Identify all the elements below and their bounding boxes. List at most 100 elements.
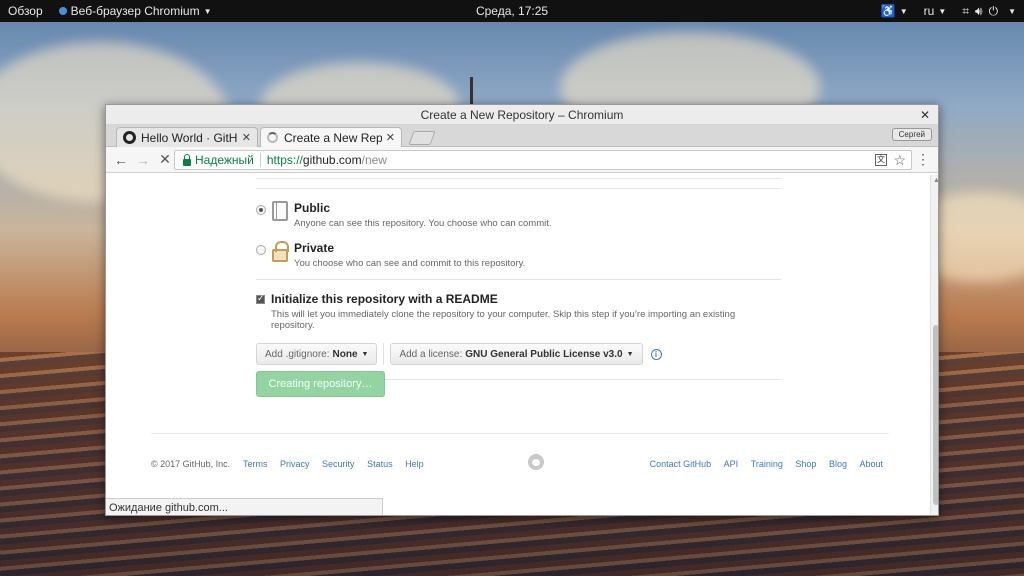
chevron-down-icon: ▼: [1008, 6, 1016, 16]
status-bubble: Ожидание github.com...: [106, 498, 383, 515]
lock-icon: [183, 153, 191, 166]
public-title: Public: [294, 201, 331, 215]
tab-close-icon[interactable]: ✕: [242, 131, 251, 144]
private-lock-icon: [272, 241, 289, 262]
repo-options-row: Add .gitignore: None ▼ Add a license: GN…: [256, 343, 781, 365]
readme-description: This will let you immediately clone the …: [271, 309, 736, 331]
footer-link-api[interactable]: API: [724, 459, 739, 469]
divider: [256, 279, 781, 280]
clock-button[interactable]: Среда, 17:25: [476, 4, 548, 18]
tab-hello-world[interactable]: Hello World · GitHub ✕: [116, 127, 258, 147]
tab-close-icon[interactable]: ✕: [386, 131, 395, 144]
site-footer: © 2017 GitHub, Inc. Terms Privacy Securi…: [151, 433, 889, 493]
license-select[interactable]: Add a license: GNU General Public Licens…: [390, 343, 643, 365]
gitignore-select[interactable]: Add .gitignore: None ▼: [256, 343, 378, 365]
license-info-icon[interactable]: i: [650, 348, 662, 360]
system-menu[interactable]: ⌗ 🔊︎ ⏻ ▼: [954, 0, 1024, 22]
page-scrollbar[interactable]: ▲: [930, 175, 938, 515]
divider: [256, 188, 781, 189]
chevron-down-icon: ▼: [899, 6, 908, 16]
tab-title: Hello World · GitHub: [141, 130, 238, 145]
readme-checkbox[interactable]: [256, 293, 265, 304]
github-favicon-icon: [123, 131, 136, 144]
window-close-button[interactable]: ✕: [920, 105, 930, 125]
license-label: Add a license:: [399, 348, 463, 360]
new-repo-form: Public Anyone can see this repository. Y…: [256, 175, 781, 397]
window-title: Create a New Repository – Chromium: [420, 108, 624, 122]
chromium-window: Create a New Repository – Chromium ✕ Hel…: [105, 104, 939, 516]
github-octocat-icon[interactable]: [528, 454, 544, 470]
volume-icon: 🔊︎: [975, 3, 983, 18]
url-path: /new: [361, 153, 387, 167]
address-bar[interactable]: Надежный https:// github.com /new 文 ☆: [174, 150, 912, 170]
options-separator: [383, 343, 385, 365]
readme-title: Initialize this repository with a README: [271, 292, 498, 306]
footer-link-help[interactable]: Help: [405, 459, 424, 469]
scroll-up-icon[interactable]: ▲: [933, 177, 938, 184]
new-tab-button[interactable]: [408, 131, 436, 145]
accessibility-menu[interactable]: ♿ ▼: [873, 0, 916, 22]
profile-button[interactable]: Сергей: [891, 128, 932, 141]
divider: [256, 178, 781, 179]
private-title: Private: [294, 241, 335, 255]
private-description: You choose who can see and commit to thi…: [294, 258, 526, 269]
dropdown-caret-icon: ▼: [361, 350, 369, 358]
loading-spinner-icon: [267, 132, 278, 143]
footer-link-status[interactable]: Status: [367, 459, 393, 469]
keyboard-layout-menu[interactable]: ru ▼: [916, 0, 955, 22]
footer-link-terms[interactable]: Terms: [243, 459, 268, 469]
translate-icon[interactable]: 文: [875, 154, 887, 166]
footer-copyright: © 2017 GitHub, Inc.: [151, 459, 231, 469]
activities-label: Обзор: [8, 4, 43, 18]
scrollbar-thumb[interactable]: [933, 325, 938, 505]
omnibox-divider: [259, 153, 261, 167]
footer-link-contact[interactable]: Contact GitHub: [650, 459, 712, 469]
footer-link-privacy[interactable]: Privacy: [280, 459, 310, 469]
page-viewport: Public Anyone can see this repository. Y…: [106, 175, 938, 515]
dropdown-caret-icon: ▼: [626, 350, 634, 358]
public-radio[interactable]: [256, 205, 266, 215]
footer-link-training[interactable]: Training: [751, 459, 783, 469]
visibility-private-option[interactable]: Private You choose who can see and commi…: [256, 241, 781, 269]
footer-link-blog[interactable]: Blog: [829, 459, 847, 469]
gitignore-value: None: [332, 348, 358, 360]
activities-button[interactable]: Обзор: [0, 0, 51, 22]
create-repository-button[interactable]: Creating repository…: [256, 371, 385, 397]
language-indicator: ru: [923, 4, 935, 18]
tab-strip: Hello World · GitHub ✕ Create a New Repo…: [106, 125, 938, 147]
license-value: GNU General Public License v3.0: [465, 348, 623, 360]
gnome-top-bar: Обзор Веб-браузер Chromium ▼ Среда, 17:2…: [0, 0, 1024, 22]
accessibility-icon: ♿: [880, 4, 896, 18]
gitignore-label: Add .gitignore:: [265, 348, 330, 360]
browser-menu-icon[interactable]: ⋮: [916, 151, 930, 167]
back-button[interactable]: ←: [110, 152, 132, 168]
network-icon: ⌗: [962, 3, 970, 18]
app-menu-button[interactable]: Веб-браузер Chromium ▼: [51, 0, 220, 22]
footer-link-about[interactable]: About: [859, 459, 883, 469]
visibility-public-option[interactable]: Public Anyone can see this repository. Y…: [256, 201, 781, 229]
readme-option[interactable]: Initialize this repository with a README: [256, 292, 781, 306]
secure-label: Надежный: [195, 153, 254, 167]
chevron-down-icon: ▼: [203, 6, 212, 16]
window-titlebar[interactable]: Create a New Repository – Chromium ✕: [106, 105, 938, 125]
chevron-down-icon: ▼: [938, 6, 947, 16]
footer-link-security[interactable]: Security: [322, 459, 355, 469]
public-description: Anyone can see this repository. You choo…: [294, 218, 552, 229]
app-menu-label: Веб-браузер Chromium: [70, 4, 200, 18]
system-tray: ♿ ▼ ru ▼ ⌗ 🔊︎ ⏻ ▼: [873, 0, 1024, 22]
footer-links-right: Contact GitHub API Training Shop Blog Ab…: [640, 459, 883, 469]
footer-link-shop[interactable]: Shop: [795, 459, 816, 469]
footer-links-left: Terms Privacy Security Status Help: [243, 459, 434, 469]
tab-title: Create a New Repository: [284, 130, 382, 145]
forward-button[interactable]: →: [132, 152, 154, 168]
stop-loading-button[interactable]: ✕: [154, 151, 176, 168]
private-radio[interactable]: [256, 245, 266, 255]
url-host: github.com: [302, 153, 362, 167]
bookmark-star-icon[interactable]: ☆: [893, 151, 906, 169]
repo-book-icon: [272, 201, 288, 221]
url-scheme: https://: [266, 153, 303, 167]
tab-create-repository[interactable]: Create a New Repository ✕: [260, 127, 402, 147]
chromium-icon: [58, 7, 67, 15]
browser-toolbar: ← → ✕ Надежный https:// github.com /new …: [106, 147, 938, 173]
power-icon: ⏻: [988, 3, 999, 18]
